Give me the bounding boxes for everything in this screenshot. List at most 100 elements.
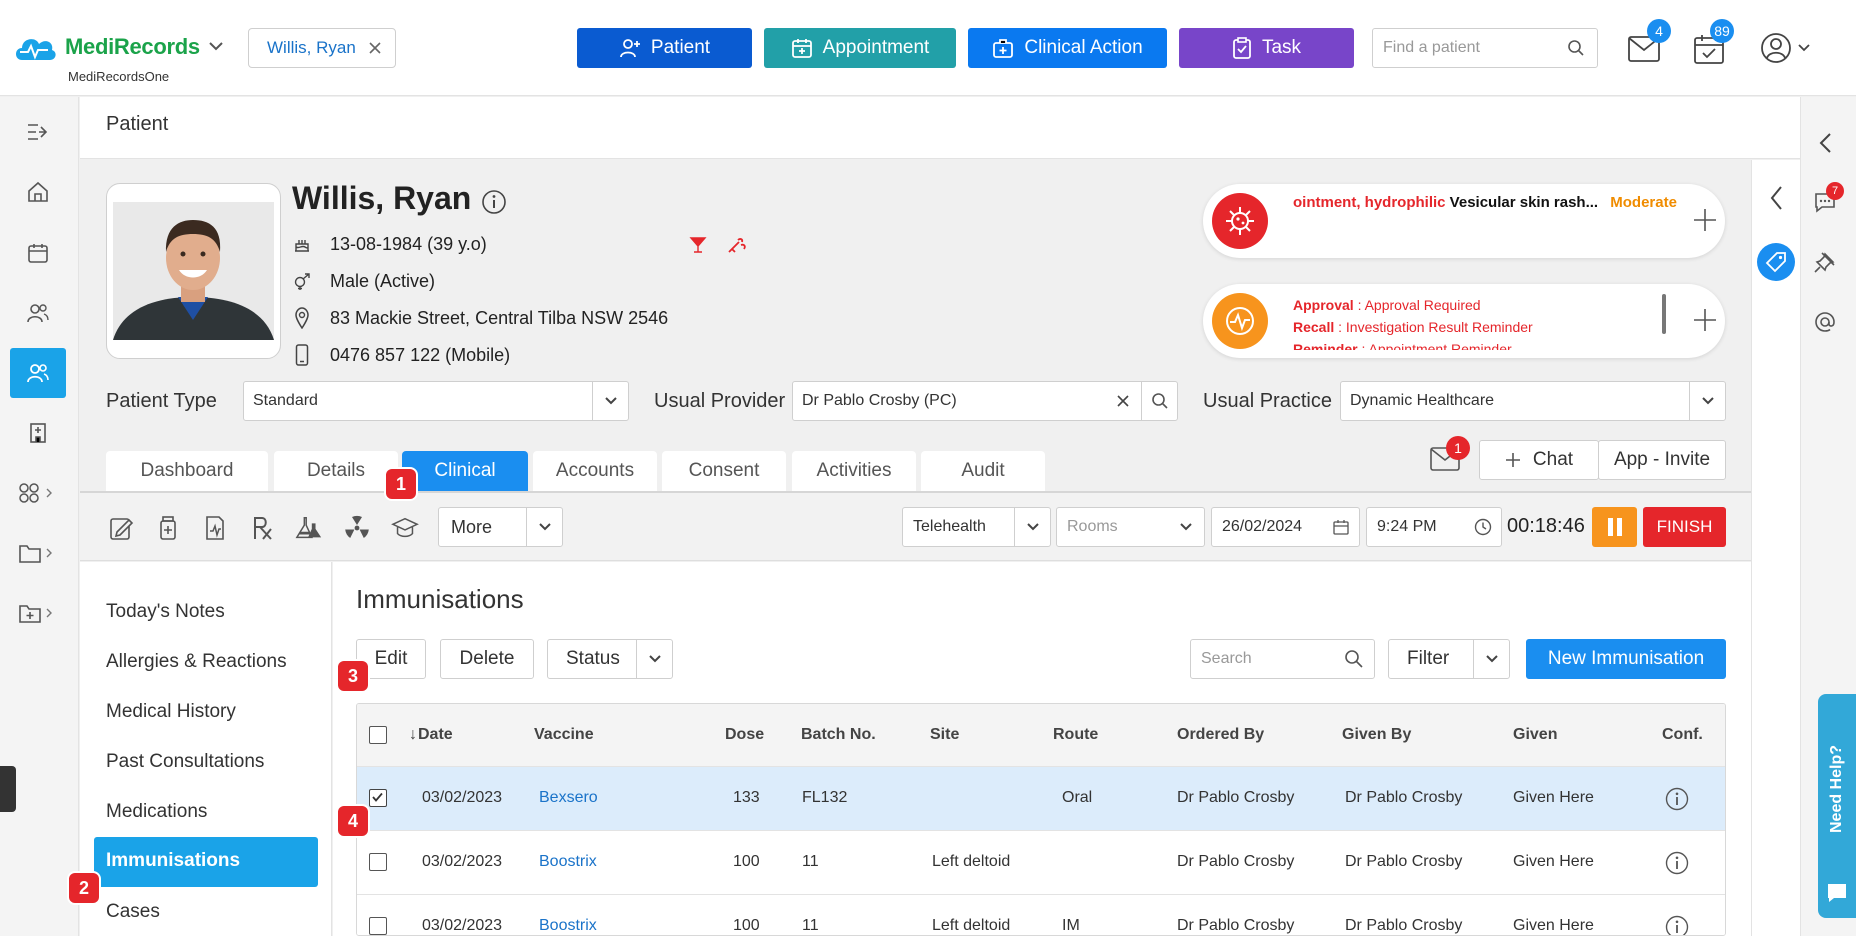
tab-activities[interactable]: Activities <box>792 451 916 491</box>
table-row[interactable]: 03/02/2023 Boostrix 100 11 Left deltoid … <box>357 830 1725 894</box>
mention-icon[interactable] <box>1813 310 1837 334</box>
delete-button[interactable]: Delete <box>440 639 534 679</box>
submenu-medications[interactable]: Medications <box>106 801 207 823</box>
cell-vaccine-link[interactable]: Boostrix <box>539 853 597 871</box>
date-input[interactable]: 26/02/2024 <box>1211 507 1360 547</box>
need-help-tab[interactable]: Need Help? <box>1818 694 1856 918</box>
folder-icon[interactable] <box>10 528 66 578</box>
submenu-past-consultations[interactable]: Past Consultations <box>106 751 264 773</box>
col-vaccine[interactable]: Vaccine <box>534 726 594 744</box>
rooms-placeholder[interactable]: Rooms <box>1057 518 1118 536</box>
tab-accounts[interactable]: Accounts <box>533 451 657 491</box>
chevron-down-icon[interactable] <box>592 382 628 420</box>
education-icon[interactable] <box>391 515 419 541</box>
tag-icon[interactable] <box>1757 243 1795 281</box>
smoking-icon[interactable] <box>727 236 747 254</box>
col-ordered-by[interactable]: Ordered By <box>1177 726 1264 744</box>
prescription-icon[interactable] <box>249 515 277 541</box>
filter-dropdown[interactable]: Filter <box>1388 639 1510 679</box>
alcohol-icon[interactable] <box>689 236 707 254</box>
table-row[interactable]: 03/02/2023 Boostrix 100 11 Left deltoid … <box>357 894 1725 935</box>
search-icon[interactable] <box>1141 382 1177 420</box>
row-checkbox-checked[interactable] <box>369 789 387 807</box>
pin-icon[interactable] <box>1813 250 1837 274</box>
find-patient-placeholder[interactable]: Find a patient <box>1383 39 1480 57</box>
new-appointment-button[interactable]: Appointment <box>764 28 956 68</box>
calendar-icon[interactable] <box>1323 508 1359 546</box>
col-conf[interactable]: Conf. <box>1662 726 1703 744</box>
close-icon[interactable] <box>368 41 382 55</box>
app-name[interactable]: MediRecords <box>65 34 200 60</box>
clear-icon[interactable] <box>1105 395 1141 407</box>
consult-mode-select[interactable]: Telehealth <box>902 507 1051 547</box>
chevron-down-icon[interactable] <box>1168 508 1204 546</box>
submenu-medical-history[interactable]: Medical History <box>106 701 236 723</box>
need-help-label[interactable]: Need Help? <box>1828 745 1846 833</box>
tab-clinical[interactable]: Clinical <box>402 451 528 491</box>
consult-mode-value[interactable]: Telehealth <box>903 518 986 536</box>
time-input[interactable]: 9:24 PM <box>1366 507 1502 547</box>
tab-consent[interactable]: Consent <box>662 451 786 491</box>
usual-practice-select[interactable]: Dynamic Healthcare <box>1340 381 1726 421</box>
reminders-list[interactable]: Approval : Approval Required Recall : In… <box>1293 294 1663 350</box>
pause-button[interactable] <box>1592 507 1637 547</box>
new-immunisation-button[interactable]: New Immunisation <box>1526 639 1726 679</box>
tab-audit[interactable]: Audit <box>921 451 1045 491</box>
select-all-checkbox[interactable] <box>369 726 387 744</box>
lab-flask-icon[interactable] <box>295 515 323 541</box>
sort-desc-icon[interactable]: ↓ <box>409 726 417 744</box>
patient-type-value[interactable]: Standard <box>244 392 318 410</box>
find-patient-input[interactable]: Find a patient <box>1372 28 1598 68</box>
folder-add-icon[interactable] <box>10 588 66 638</box>
usual-provider-value[interactable]: Dr Pablo Crosby (PC) <box>793 392 957 410</box>
cell-vaccine-link[interactable]: Bexsero <box>539 789 598 807</box>
notes-edit-icon[interactable] <box>107 515 135 541</box>
patients-icon[interactable] <box>10 348 66 398</box>
new-patient-button[interactable]: Patient <box>577 28 752 68</box>
filter-label[interactable]: Filter <box>1389 648 1449 670</box>
col-site[interactable]: Site <box>930 726 959 744</box>
immunisations-search-input[interactable]: Search <box>1190 639 1375 679</box>
chat-bubble-icon[interactable] <box>1826 882 1848 904</box>
add-reminder-icon[interactable] <box>1693 308 1717 332</box>
app-invite-button[interactable]: App - Invite <box>1598 440 1726 480</box>
cell-vaccine-link[interactable]: Boostrix <box>539 917 597 935</box>
clinical-action-button[interactable]: Clinical Action <box>968 28 1167 68</box>
info-icon[interactable] <box>481 189 507 215</box>
chevron-down-icon[interactable] <box>636 640 672 678</box>
patient-type-select[interactable]: Standard <box>243 381 629 421</box>
medication-bottle-icon[interactable] <box>154 515 182 541</box>
allergy-card[interactable]: ointment, hydrophilic Vesicular skin ras… <box>1203 184 1725 258</box>
search-placeholder[interactable]: Search <box>1201 650 1252 668</box>
date-value[interactable]: 26/02/2024 <box>1212 518 1302 536</box>
info-icon[interactable] <box>1665 787 1689 811</box>
col-route[interactable]: Route <box>1053 726 1098 744</box>
row-checkbox[interactable] <box>369 853 387 871</box>
open-patient-chip-label[interactable]: Willis, Ryan <box>267 38 356 58</box>
hospital-icon[interactable] <box>10 408 66 458</box>
submenu-allergies[interactable]: Allergies & Reactions <box>106 651 287 673</box>
calendar-icon[interactable] <box>10 228 66 278</box>
col-date[interactable]: Date <box>418 726 453 744</box>
info-icon[interactable] <box>1665 851 1689 875</box>
collapse-left-icon[interactable] <box>1818 132 1832 154</box>
tab-dashboard[interactable]: Dashboard <box>106 451 268 491</box>
radiation-icon[interactable] <box>343 515 371 541</box>
add-allergy-icon[interactable] <box>1693 208 1717 232</box>
users-icon[interactable] <box>10 288 66 338</box>
collapse-panel-icon[interactable] <box>1769 185 1783 211</box>
table-row[interactable]: 03/02/2023 Bexsero 133 FL132 Oral Dr Pab… <box>357 766 1725 830</box>
expand-menu-icon[interactable] <box>10 107 66 157</box>
user-avatar-icon[interactable] <box>1760 32 1812 64</box>
status-dropdown[interactable]: Status <box>547 639 673 679</box>
usual-provider-input[interactable]: Dr Pablo Crosby (PC) <box>792 381 1178 421</box>
col-batch[interactable]: Batch No. <box>801 726 876 744</box>
health-record-icon[interactable] <box>201 515 229 541</box>
rooms-select[interactable]: Rooms <box>1056 507 1205 547</box>
more-label[interactable]: More <box>439 517 492 538</box>
chevron-down-icon[interactable] <box>1473 640 1509 678</box>
home-icon[interactable] <box>10 167 66 217</box>
search-icon[interactable] <box>1567 39 1585 57</box>
search-icon[interactable] <box>1344 649 1364 669</box>
info-icon[interactable] <box>1665 915 1689 935</box>
